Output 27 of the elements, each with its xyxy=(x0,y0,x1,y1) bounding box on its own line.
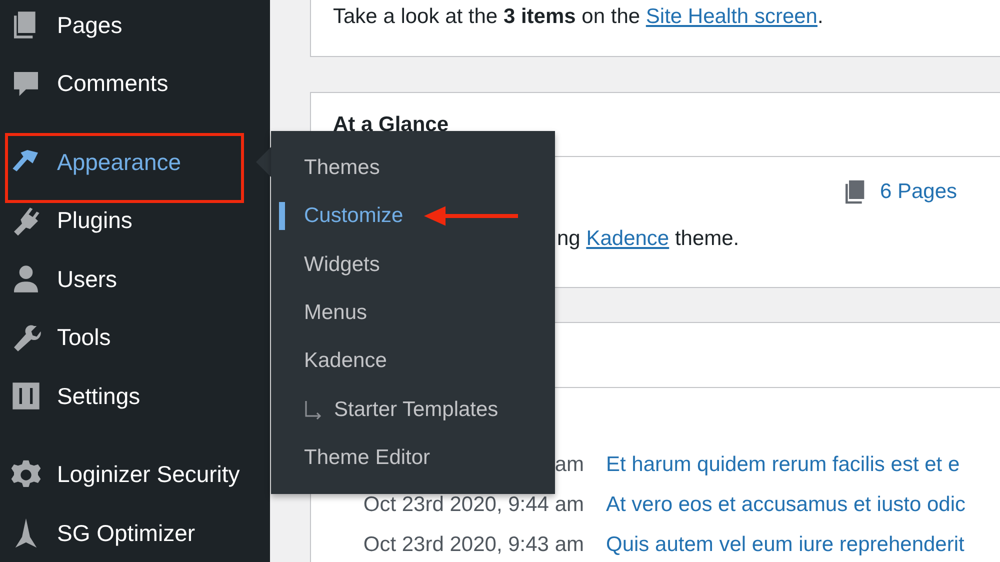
sidebar-item[interactable]: Plugins xyxy=(0,198,270,244)
sub-arrow-icon xyxy=(304,400,324,420)
post-date: am xyxy=(554,453,584,477)
pages-count-link[interactable]: 6 Pages xyxy=(880,180,957,204)
sidebar-item[interactable]: Settings xyxy=(0,373,270,419)
site-health-link[interactable]: Site Health screen xyxy=(646,5,818,28)
post-date: Oct 23rd 2020, 9:43 am xyxy=(363,533,584,557)
submenu-item[interactable]: Customize xyxy=(271,192,555,241)
sidebar-item[interactable]: Loginizer Security xyxy=(0,432,270,498)
post-title-link[interactable]: Quis autem vel eum iure reprehenderit xyxy=(606,533,964,557)
submenu-item[interactable]: Kadence xyxy=(271,337,555,386)
sidebar-item[interactable]: Appearance xyxy=(0,119,270,185)
site-health-notice: Take a look at the 3 items on the Site Health screen. xyxy=(333,4,824,30)
post-title-link[interactable]: Et harum quidem rerum facilis est et e xyxy=(606,453,960,477)
submenu-item[interactable]: Theme Editor xyxy=(271,434,555,482)
post-title-link[interactable]: At vero eos et accusamus et iusto odic xyxy=(606,493,966,517)
submenu-item[interactable]: Widgets xyxy=(271,240,555,289)
submenu-item[interactable]: Starter Templates xyxy=(271,385,555,434)
sidebar-item[interactable]: Comments xyxy=(0,60,270,106)
theme-sentence: ng Kadence theme. xyxy=(556,227,740,251)
submenu-item[interactable]: Menus xyxy=(271,288,555,338)
sidebar-item[interactable]: SG Optimizer xyxy=(0,510,270,556)
sidebar-item[interactable]: Pages xyxy=(0,2,270,48)
post-date: Oct 23rd 2020, 9:44 am xyxy=(363,493,584,517)
sidebar-item[interactable]: Users xyxy=(0,256,270,302)
theme-link[interactable]: Kadence xyxy=(586,227,670,250)
sidebar-item[interactable]: Tools xyxy=(0,314,270,360)
